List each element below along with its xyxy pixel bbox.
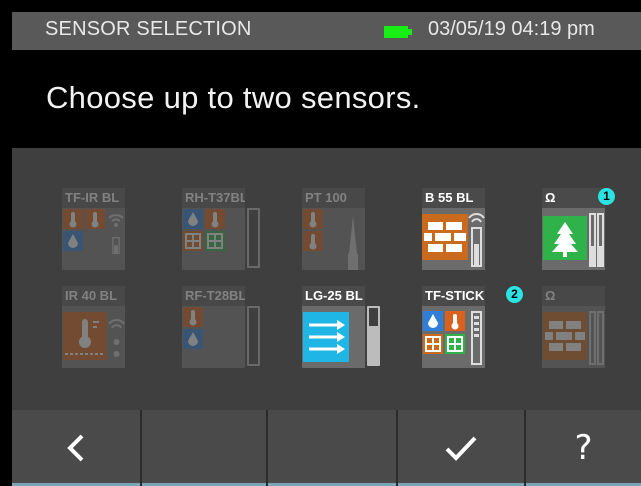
sensor-label: PT 100 — [302, 188, 365, 208]
temperature-icon — [303, 231, 323, 251]
temperature-icon — [303, 209, 323, 229]
electrode-pins-icon — [589, 311, 604, 365]
sensor-tile-lg-25-bl[interactable]: LG-25 BL — [302, 286, 380, 370]
humidity-drop-icon — [423, 311, 443, 331]
screen-title: SENSOR SELECTION — [45, 18, 252, 40]
sensor-tile-body — [62, 208, 125, 270]
sensor-tile-body — [302, 208, 365, 270]
selection-order-badge: 1 — [598, 188, 615, 205]
instruction-text: Choose up to two sensors. — [46, 80, 421, 115]
probe-shaft-icon — [247, 306, 260, 366]
checkmark-icon — [445, 436, 477, 461]
material-moisture-icon — [543, 312, 587, 360]
sensor-label: RH-T37BL — [182, 188, 245, 208]
sensor-tile-b-55-bl[interactable]: B 55 BL — [422, 188, 500, 272]
material-moisture-icon — [423, 334, 443, 354]
sensor-label: TF-IR BL — [62, 188, 125, 208]
instruction-header: Choose up to two sensors. — [12, 50, 641, 148]
sensor-tile-body — [542, 208, 605, 270]
temperature-icon — [445, 311, 465, 331]
sensor-tile-body — [182, 208, 245, 270]
electrode-pins-icon — [589, 213, 604, 267]
probe-head-icon — [367, 306, 380, 332]
humidity-drop-icon — [63, 231, 83, 251]
back-button[interactable] — [12, 410, 142, 486]
help-button[interactable]: ? — [526, 410, 641, 486]
back-chevron-icon — [67, 434, 84, 462]
device-screen: SENSOR SELECTION 03/05/19 04:19 pm Choos… — [12, 12, 641, 486]
material-moisture-icon — [183, 231, 203, 251]
sensor-tile-body — [182, 306, 245, 368]
temperature-icon — [85, 209, 105, 229]
surface-temperature-icon — [63, 312, 107, 360]
wireless-icon — [108, 214, 124, 227]
help-icon: ? — [574, 428, 593, 468]
confirm-button[interactable] — [398, 410, 526, 486]
sensor-tile-resistance-1[interactable]: Ω 1 — [542, 188, 620, 272]
humidity-drop-icon — [183, 209, 203, 229]
sensor-label: TF-STICK — [422, 286, 485, 306]
sensor-label: LG-25 BL — [302, 286, 365, 306]
sensor-tile-rh-t37bl[interactable]: RH-T37BL — [182, 188, 260, 272]
sensor-tile-resistance-2[interactable]: Ω — [542, 286, 620, 370]
air-flow-icon — [303, 312, 349, 362]
sensor-tile-body — [422, 208, 485, 270]
sensor-tile-body — [62, 306, 125, 368]
stick-probe-icon — [471, 311, 482, 365]
softkey-bar: ? — [12, 410, 641, 486]
ir-probe-icon — [112, 237, 120, 254]
sensor-tile-body — [422, 306, 485, 368]
temperature-icon — [205, 209, 225, 229]
sensor-tile-pt-100[interactable]: PT 100 — [302, 188, 380, 272]
sensor-tile-body — [542, 306, 605, 368]
needle-probe-icon — [348, 216, 358, 270]
softkey-2[interactable] — [142, 410, 268, 486]
probe-shaft-icon — [367, 326, 380, 366]
sensor-label: IR 40 BL — [62, 286, 125, 306]
wood-moisture-icon — [205, 231, 225, 251]
sensor-tile-tf-ir-bl[interactable]: TF-IR BL — [62, 188, 140, 272]
selection-order-badge: 2 — [506, 286, 523, 303]
softkey-3[interactable] — [268, 410, 398, 486]
material-moisture-icon — [422, 214, 468, 260]
battery-terminal — [408, 29, 412, 35]
wood-moisture-icon — [543, 216, 587, 260]
wireless-probe-icon — [108, 318, 125, 357]
sensor-label: B 55 BL — [422, 188, 485, 208]
wood-moisture-icon — [445, 334, 465, 354]
sensor-label: RF-T28BL — [182, 286, 245, 306]
sensor-tile-ir-40-bl[interactable]: IR 40 BL — [62, 286, 140, 370]
sensor-tile-tf-stick[interactable]: TF-STICK 2 — [422, 286, 523, 370]
sensor-tile-body — [302, 306, 365, 368]
temperature-icon — [63, 209, 83, 229]
humidity-drop-icon — [183, 329, 203, 349]
status-bar: SENSOR SELECTION 03/05/19 04:19 pm — [12, 12, 641, 50]
sensor-label: Ω — [542, 188, 605, 208]
temperature-icon — [183, 307, 203, 327]
sensor-label: Ω — [542, 286, 605, 306]
battery-icon — [384, 26, 408, 38]
sensor-tile-rf-t28bl[interactable]: RF-T28BL — [182, 286, 260, 370]
wireless-probe-icon — [468, 212, 485, 267]
probe-shaft-icon — [247, 208, 260, 268]
date-time: 03/05/19 04:19 pm — [428, 18, 595, 40]
